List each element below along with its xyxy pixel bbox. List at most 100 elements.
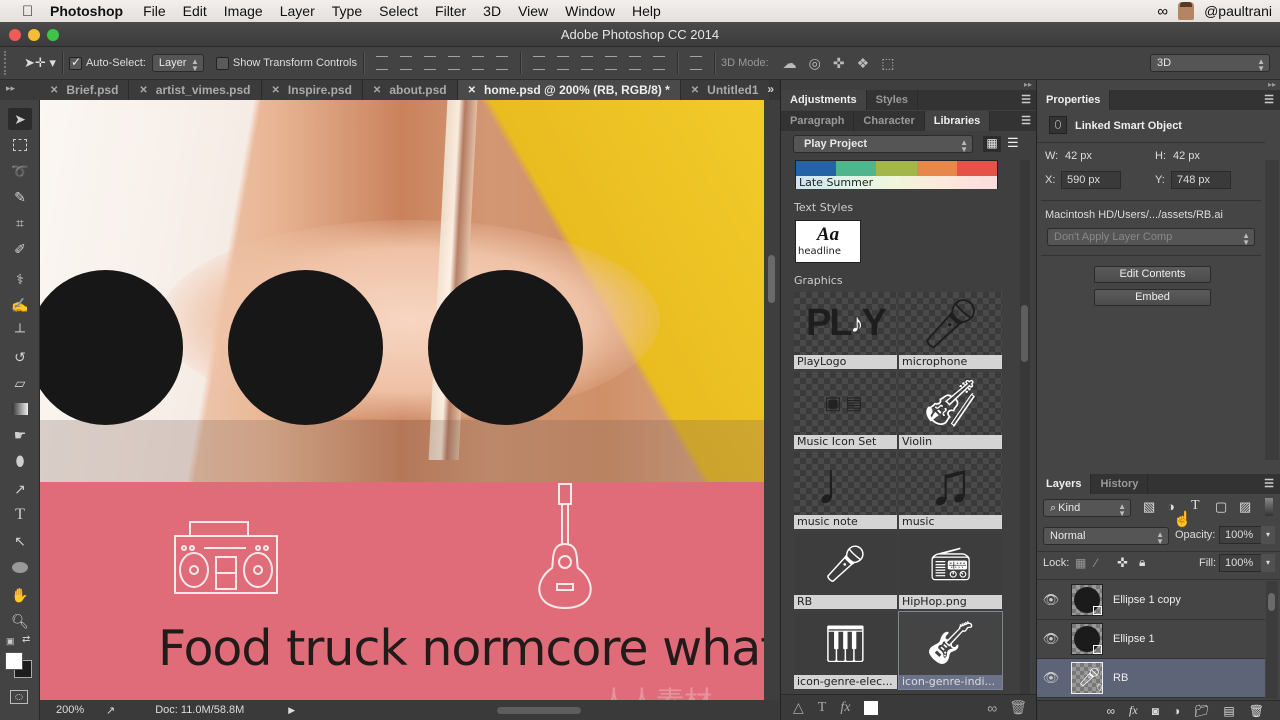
apple-icon[interactable]:  xyxy=(22,3,38,20)
color-swatch-1[interactable] xyxy=(796,161,837,176)
show-transform-controls-checkbox[interactable] xyxy=(215,56,229,70)
color-swatch-5[interactable] xyxy=(956,161,998,176)
height-value[interactable]: 42 px xyxy=(1173,150,1200,162)
distribute-bottom-icon[interactable] xyxy=(580,56,593,70)
tab-libraries[interactable]: Libraries xyxy=(924,111,991,131)
ellipse-1-shape[interactable] xyxy=(228,270,383,425)
eraser-tool-icon[interactable]: ▱ xyxy=(8,372,32,394)
graphic-hiphop[interactable]: 📻︎ HipHop.png xyxy=(899,532,1002,609)
tab-character[interactable]: Character xyxy=(854,111,925,131)
graphic-microphone[interactable]: 🎤︎ microphone xyxy=(899,292,1002,369)
tab-layers[interactable]: Layers xyxy=(1037,474,1092,494)
move-tool-preset-icon[interactable]: ➤✛ ▾ xyxy=(24,55,56,71)
graphic-playlogo[interactable]: PL ♪ Y PlayLogo xyxy=(794,292,897,369)
crop-tool-icon[interactable]: ⌗ xyxy=(8,212,32,234)
add-layer-style-icon[interactable]: fx xyxy=(1129,703,1138,718)
color-theme-late-summer[interactable]: Late Summer xyxy=(795,160,998,189)
align-left-edges-icon[interactable] xyxy=(447,56,460,70)
graphic-music-icon-set[interactable]: ▣▤ Music Icon Set xyxy=(794,372,897,449)
menu-select[interactable]: Select xyxy=(379,3,418,19)
tab-properties[interactable]: Properties xyxy=(1037,90,1111,110)
panel-menu-icon[interactable]: ☰ xyxy=(1021,114,1031,127)
y-position-field[interactable]: 748 px xyxy=(1171,171,1231,189)
workspace-dropdown[interactable]: 3D ▲ ▼ xyxy=(1150,54,1270,73)
color-swatch-3[interactable] xyxy=(876,161,917,176)
boombox-graphic[interactable] xyxy=(174,520,280,596)
close-tab-icon[interactable]: ✕ xyxy=(373,85,381,96)
add-foreground-color-icon[interactable] xyxy=(864,700,879,715)
layer-row-ellipse-1-copy[interactable]: 👁︎ Ellipse 1 copy xyxy=(1037,581,1265,620)
menu-app-name[interactable]: Photoshop xyxy=(50,3,123,19)
swap-colors-icon[interactable]: ⇄ xyxy=(22,634,30,645)
properties-scrollbar[interactable] xyxy=(1265,160,1279,460)
collapse-panel-icon[interactable]: ▸▸ xyxy=(1268,80,1276,89)
3d-pan-icon[interactable]: ✜ xyxy=(833,55,845,72)
guitar-graphic[interactable] xyxy=(530,482,600,612)
document-canvas[interactable]: Food truck normcore what 人人素材 xyxy=(40,100,764,700)
scrollbar-thumb[interactable] xyxy=(1268,593,1275,611)
add-text-style-icon[interactable]: T xyxy=(818,700,827,716)
scrollbar-thumb[interactable] xyxy=(768,255,775,303)
color-swatch-4[interactable] xyxy=(916,161,957,176)
close-tab-icon[interactable]: ✕ xyxy=(50,85,58,96)
creative-cloud-sync-icon[interactable]: ∞ xyxy=(987,700,997,716)
fill-slider-toggle[interactable]: ▾ xyxy=(1261,554,1275,572)
layer-name[interactable]: Ellipse 1 copy xyxy=(1113,594,1181,606)
quick-selection-tool-icon[interactable]: ✎ xyxy=(8,186,32,208)
layer-row-rb[interactable]: 👁︎ 🎤︎ ⬯ RB xyxy=(1037,659,1265,698)
opacity-field[interactable]: 100% xyxy=(1219,526,1263,544)
text-style-headline[interactable]: Aa headline xyxy=(795,220,861,263)
align-horizontal-centers-icon[interactable] xyxy=(471,56,484,70)
new-layer-icon[interactable]: ▤ xyxy=(1223,704,1234,718)
x-position-field[interactable]: 590 px xyxy=(1061,171,1121,189)
add-layer-style-icon[interactable]: fx xyxy=(840,700,850,716)
distribute-top-icon[interactable] xyxy=(532,56,545,70)
auto-select-checkbox[interactable] xyxy=(68,55,82,70)
opacity-slider-toggle[interactable]: ▾ xyxy=(1261,526,1275,544)
tab-artist-vimes[interactable]: ✕ artist_vimes.psd xyxy=(129,80,262,100)
brush-tool-icon[interactable]: ✍ xyxy=(8,294,32,316)
tab-about[interactable]: ✕ about.psd xyxy=(362,80,458,100)
tab-untitled1[interactable]: ✕ Untitled1 xyxy=(680,80,769,100)
library-dropdown[interactable]: Play Project ▲ ▼ xyxy=(793,135,973,154)
panel-menu-icon[interactable]: ☰ xyxy=(1021,93,1031,106)
default-colors-icon[interactable]: ▣ xyxy=(6,636,15,647)
toolbar-collapse-toggle[interactable]: ▸▸ xyxy=(0,80,40,100)
close-tab-icon[interactable]: ✕ xyxy=(468,85,476,96)
tab-inspire[interactable]: ✕ Inspire.psd xyxy=(261,80,363,100)
more-tabs-icon[interactable]: » xyxy=(767,82,774,96)
tab-paragraph[interactable]: Paragraph xyxy=(781,111,855,131)
move-tool-icon[interactable]: ➤ xyxy=(8,108,32,130)
healing-brush-tool-icon[interactable]: ⚕ xyxy=(8,268,32,290)
align-vertical-centers-icon[interactable] xyxy=(399,56,412,70)
zoom-level[interactable]: 200% xyxy=(56,704,102,716)
graphic-music[interactable]: ♫ music xyxy=(899,452,1002,529)
align-right-edges-icon[interactable] xyxy=(495,56,508,70)
zoom-window-button[interactable] xyxy=(47,29,59,41)
headline-text[interactable]: Food truck normcore what xyxy=(158,620,764,677)
filter-type-layers-icon[interactable]: T xyxy=(1191,498,1200,514)
link-layers-icon[interactable]: ∞ xyxy=(1106,704,1115,718)
lock-all-icon[interactable]: 🔒︎ xyxy=(1139,555,1145,570)
layer-filter-dropdown[interactable]: ⌕ Kind ▲ ▼ xyxy=(1043,499,1131,518)
menu-filter[interactable]: Filter xyxy=(435,3,466,19)
align-bottom-edges-icon[interactable] xyxy=(423,56,436,70)
add-layer-mask-icon[interactable]: ◙ xyxy=(1152,704,1159,718)
lock-image-pixels-icon[interactable]: ∕ xyxy=(1095,556,1097,570)
align-top-edges-icon[interactable] xyxy=(375,56,388,70)
quick-mask-icon[interactable] xyxy=(10,690,28,704)
marquee-tool-icon[interactable] xyxy=(8,134,32,156)
close-window-button[interactable] xyxy=(9,29,21,41)
distribute-hcenter-icon[interactable] xyxy=(628,56,641,70)
layer-name[interactable]: RB xyxy=(1113,672,1128,684)
options-grip[interactable] xyxy=(4,51,12,75)
libraries-scrollbar[interactable] xyxy=(1020,160,1030,715)
layer-comp-dropdown[interactable]: Don't Apply Layer Comp ▲ ▼ xyxy=(1047,228,1255,247)
edit-contents-button[interactable]: Edit Contents xyxy=(1094,266,1211,283)
tab-adjustments[interactable]: Adjustments xyxy=(781,90,867,110)
3d-orbit-icon[interactable]: ☁ xyxy=(783,55,797,72)
delete-icon[interactable]: 🗑︎ xyxy=(1009,699,1027,716)
lock-transparent-pixels-icon[interactable]: ▦ xyxy=(1075,556,1086,570)
user-name[interactable]: @paultrani xyxy=(1204,3,1272,19)
tab-history[interactable]: History xyxy=(1091,474,1149,494)
